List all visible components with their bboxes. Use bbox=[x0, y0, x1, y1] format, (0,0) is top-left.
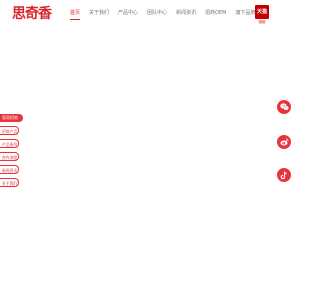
nav-item-team[interactable]: 团队中心 bbox=[147, 10, 167, 17]
nav-item-products[interactable]: 产品中心 bbox=[118, 10, 138, 17]
main-nav: 首页 关于我们 产品中心 团队中心 新闻资讯 招商OEM 旗下品牌 bbox=[70, 10, 265, 26]
nav-item-label: 首页 bbox=[70, 10, 81, 16]
tmall-icon: 天猫 bbox=[255, 5, 269, 19]
nav-item-label: 新闻资讯 bbox=[176, 10, 197, 16]
side-item-news[interactable]: 新闻资讯 bbox=[0, 165, 19, 174]
tiktok-icon bbox=[280, 171, 287, 179]
nav-item-label: 旗下品牌 bbox=[235, 10, 256, 16]
nav-item-label: 招商OEM bbox=[205, 10, 227, 16]
tmall-store-link[interactable]: 天猫 旗舰 bbox=[255, 5, 269, 27]
nav-item-home[interactable]: 首页 bbox=[70, 10, 81, 20]
wechat-icon bbox=[279, 103, 289, 111]
side-menu: 思奇招商 招商产品 产品系列 合作流程 新闻资讯 关于我们 bbox=[0, 114, 24, 191]
nav-item-label: 团队中心 bbox=[147, 10, 168, 16]
logo-text: 思奇香 bbox=[12, 6, 52, 22]
nav-item-label: 产品中心 bbox=[118, 10, 139, 16]
side-item-process[interactable]: 合作流程 bbox=[0, 152, 19, 161]
tmall-caption: 旗舰 bbox=[258, 20, 266, 24]
side-menu-title[interactable]: 思奇招商 bbox=[0, 114, 23, 122]
nav-item-label: 关于我们 bbox=[89, 10, 110, 16]
weibo-icon bbox=[280, 138, 288, 146]
side-item-series[interactable]: 产品系列 bbox=[0, 139, 19, 148]
wechat-button[interactable] bbox=[277, 100, 291, 114]
page: 思奇香 首页 关于我们 产品中心 团队中心 新闻资讯 招商OEM 旗下品牌 天猫… bbox=[0, 0, 300, 300]
brand-logo[interactable]: 思奇香 bbox=[12, 5, 54, 23]
side-item-products[interactable]: 招商产品 bbox=[0, 126, 19, 135]
nav-item-about[interactable]: 关于我们 bbox=[89, 10, 109, 17]
nav-item-brands[interactable]: 旗下品牌 bbox=[236, 10, 256, 17]
active-nav-underline bbox=[70, 19, 81, 20]
weibo-button[interactable] bbox=[277, 135, 291, 149]
nav-item-news[interactable]: 新闻资讯 bbox=[176, 10, 196, 17]
tiktok-button[interactable] bbox=[277, 168, 291, 182]
side-item-about[interactable]: 关于我们 bbox=[0, 178, 19, 187]
nav-item-oem[interactable]: 招商OEM bbox=[205, 10, 226, 17]
header: 思奇香 首页 关于我们 产品中心 团队中心 新闻资讯 招商OEM 旗下品牌 天猫… bbox=[0, 0, 300, 30]
